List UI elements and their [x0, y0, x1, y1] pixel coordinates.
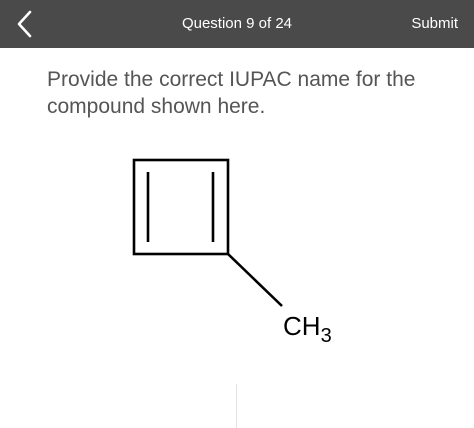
methyl-label-main: CH: [283, 311, 321, 341]
methyl-label-subscript: 3: [321, 325, 332, 347]
methyl-bond: [227, 253, 283, 307]
methyl-label: CH3: [283, 311, 332, 347]
bottom-divider: [236, 384, 237, 428]
chemical-structure: CH3: [132, 158, 332, 347]
